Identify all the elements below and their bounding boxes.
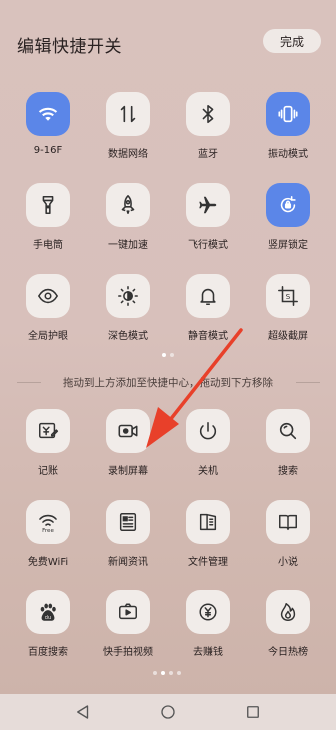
recents-icon (244, 703, 262, 721)
navigation-bar (0, 694, 336, 730)
back-button[interactable] (71, 700, 95, 724)
annotation-arrow (146, 328, 243, 448)
home-icon (159, 703, 177, 721)
recents-button[interactable] (241, 700, 265, 724)
home-button[interactable] (156, 700, 180, 724)
back-icon (74, 703, 92, 721)
